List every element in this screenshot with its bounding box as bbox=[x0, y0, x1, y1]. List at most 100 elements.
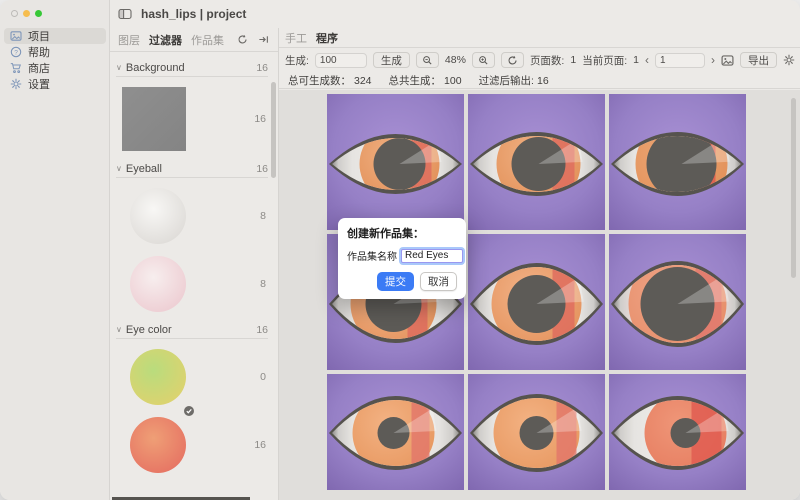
generate-count-input[interactable] bbox=[315, 53, 367, 68]
layer-section: ∨ Eyeball 16 8 8 bbox=[110, 163, 278, 312]
page-input[interactable] bbox=[655, 53, 705, 68]
panel-body: ∨ Background 16 16 ∨ Eyeball 16 8 8 ∨ Eye… bbox=[110, 53, 278, 500]
stat-total-possible: 总可生成数：324 bbox=[285, 73, 372, 88]
generated-image[interactable] bbox=[468, 234, 605, 370]
stats-bar: 总可生成数：324 总共生成：100 过滤后输出:16 bbox=[279, 72, 800, 89]
chevron-down-icon: ∨ bbox=[116, 64, 122, 72]
section-count: 16 bbox=[256, 62, 268, 74]
layer-thumbnail bbox=[122, 87, 186, 151]
layer-item[interactable]: 0 bbox=[122, 349, 268, 405]
generate-label: 生成: bbox=[285, 53, 309, 68]
zoom-level: 48% bbox=[445, 54, 466, 66]
close-button-icon[interactable] bbox=[11, 10, 18, 17]
canvas-scrollbar[interactable] bbox=[791, 98, 796, 278]
generated-image[interactable] bbox=[609, 94, 746, 230]
layer-thumbnail bbox=[130, 349, 186, 405]
section-header[interactable]: ∨ Background 16 bbox=[116, 62, 268, 77]
refresh-canvas-button[interactable] bbox=[501, 52, 524, 68]
tab-filters[interactable]: 过滤器 bbox=[149, 32, 182, 48]
project-icon bbox=[10, 30, 22, 42]
sidebar-item-project[interactable]: 项目 bbox=[4, 28, 106, 44]
forward-icon[interactable]: › bbox=[711, 53, 715, 67]
store-icon bbox=[10, 62, 22, 74]
app-window: 项目 ? 帮助 商店 设置 hash_lips | project 图层 过滤器… bbox=[0, 0, 800, 500]
section-count: 16 bbox=[256, 163, 268, 175]
pages-value: 1 bbox=[570, 54, 576, 66]
section-header[interactable]: ∨ Eye color 16 bbox=[116, 324, 268, 339]
generated-image[interactable] bbox=[609, 374, 746, 490]
sidebar-toggle-icon[interactable] bbox=[118, 7, 132, 21]
generated-image[interactable] bbox=[468, 94, 605, 230]
section-header[interactable]: ∨ Eyeball 16 bbox=[116, 163, 268, 178]
generated-image[interactable] bbox=[327, 374, 464, 490]
main-toolbar: 生成: 生成 48% 页面数: 1 当前页面: 1 ‹ › 导出 bbox=[279, 48, 800, 72]
generated-image[interactable] bbox=[327, 94, 464, 230]
sidebar: 项目 ? 帮助 商店 设置 bbox=[0, 0, 110, 500]
layer-section: ∨ Background 16 16 bbox=[110, 62, 278, 151]
settings-icon bbox=[10, 78, 22, 90]
gear-icon[interactable] bbox=[783, 53, 795, 67]
chevron-down-icon: ∨ bbox=[116, 165, 122, 173]
sidebar-item-settings[interactable]: 设置 bbox=[4, 76, 106, 92]
panel-tab-bar: 图层 过滤器 作品集 bbox=[110, 28, 278, 52]
submit-button[interactable]: 提交 bbox=[377, 272, 414, 291]
layer-item[interactable]: 16 bbox=[122, 417, 268, 473]
tab-program[interactable]: 程序 bbox=[316, 30, 338, 46]
zoom-out-button[interactable] bbox=[416, 52, 439, 68]
item-count: 0 bbox=[260, 371, 266, 383]
sidebar-item-help[interactable]: ? 帮助 bbox=[4, 44, 106, 60]
traffic-lights bbox=[11, 10, 42, 17]
sidebar-item-store[interactable]: 商店 bbox=[4, 60, 106, 76]
current-page-label: 当前页面: bbox=[582, 53, 627, 68]
image-icon[interactable] bbox=[721, 53, 734, 67]
generated-image[interactable] bbox=[468, 374, 605, 490]
zoom-in-button[interactable] bbox=[472, 52, 495, 68]
layer-item[interactable]: 8 bbox=[122, 188, 268, 244]
help-icon: ? bbox=[10, 46, 22, 58]
stat-filtered-output: 过滤后输出:16 bbox=[476, 73, 549, 88]
tab-manual[interactable]: 手工 bbox=[285, 30, 307, 46]
zoom-button-icon[interactable] bbox=[35, 10, 42, 17]
panel-scrollbar[interactable] bbox=[271, 82, 276, 178]
section-name: Eye color bbox=[126, 324, 172, 336]
tab-layers[interactable]: 图层 bbox=[118, 32, 140, 48]
layer-thumbnail bbox=[130, 256, 186, 312]
cancel-button[interactable]: 取消 bbox=[420, 272, 457, 291]
section-name: Eyeball bbox=[126, 163, 162, 175]
tab-collections[interactable]: 作品集 bbox=[191, 32, 224, 48]
collection-name-label: 作品集名称 bbox=[347, 248, 397, 263]
main-tab-bar: 手工 程序 bbox=[279, 28, 800, 48]
item-count: 16 bbox=[254, 113, 266, 125]
item-count: 8 bbox=[260, 278, 266, 290]
layer-thumbnail bbox=[130, 188, 186, 244]
collection-name-input[interactable] bbox=[401, 249, 463, 263]
window-title: hash_lips | project bbox=[141, 7, 246, 21]
chevron-down-icon: ∨ bbox=[116, 326, 122, 334]
current-page-value: 1 bbox=[633, 54, 639, 66]
dialog-title: 创建新作品集： bbox=[347, 225, 457, 241]
layer-sections: ∨ Background 16 16 ∨ Eyeball 16 8 8 ∨ Eye… bbox=[110, 53, 278, 473]
collapse-right-icon[interactable] bbox=[256, 33, 270, 47]
sidebar-nav: 项目 ? 帮助 商店 设置 bbox=[0, 28, 110, 92]
item-count: 8 bbox=[260, 210, 266, 222]
section-name: Background bbox=[126, 62, 185, 74]
layer-item[interactable]: 8 bbox=[122, 256, 268, 312]
layer-thumbnail bbox=[130, 417, 186, 473]
pages-label: 页面数: bbox=[530, 53, 564, 68]
back-icon[interactable]: ‹ bbox=[645, 53, 649, 67]
item-count: 16 bbox=[254, 439, 266, 451]
generated-image[interactable] bbox=[609, 234, 746, 370]
section-count: 16 bbox=[256, 324, 268, 336]
title-bar: hash_lips | project bbox=[110, 0, 800, 28]
svg-text:?: ? bbox=[14, 49, 18, 56]
generate-button[interactable]: 生成 bbox=[373, 52, 410, 68]
create-collection-dialog: 创建新作品集： 作品集名称 提交 取消 bbox=[338, 218, 466, 299]
minimize-button-icon[interactable] bbox=[23, 10, 30, 17]
refresh-icon[interactable] bbox=[235, 33, 249, 47]
layer-section: ∨ Eye color 16 0 16 bbox=[110, 324, 278, 473]
stat-total-generated: 总共生成：100 bbox=[386, 73, 462, 88]
layers-panel: 图层 过滤器 作品集 ∨ Background 16 16 ∨ Eyeball … bbox=[110, 28, 278, 500]
layer-item[interactable]: 16 bbox=[122, 87, 268, 151]
export-button[interactable]: 导出 bbox=[740, 52, 777, 68]
check-icon bbox=[184, 403, 194, 413]
